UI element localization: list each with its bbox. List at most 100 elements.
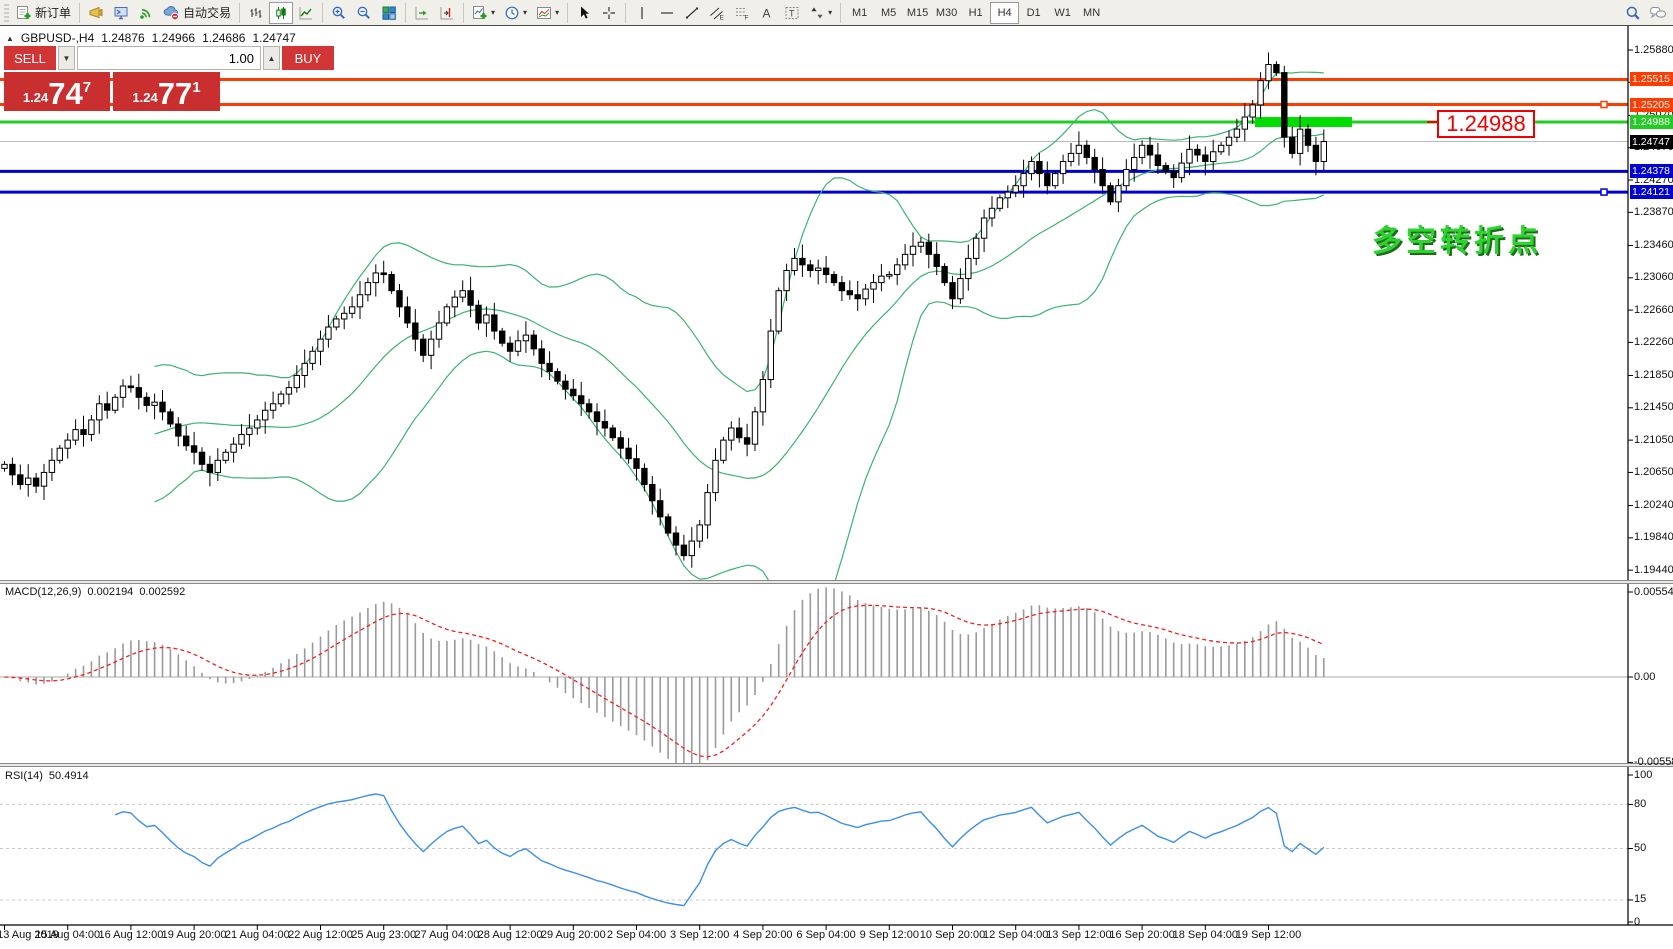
- zoom-in-icon: [331, 5, 347, 21]
- indicators-button[interactable]: ▾: [468, 2, 499, 24]
- volume-input[interactable]: [77, 46, 261, 70]
- rsi-tick-label: 50: [1634, 842, 1646, 855]
- templates-button[interactable]: ▾: [532, 2, 563, 24]
- panel-splitter-rsi[interactable]: [0, 763, 1673, 767]
- toolbar-separator: [239, 3, 240, 23]
- macd-tick-label: 0.005543: [1634, 586, 1673, 599]
- arrows-icon: [809, 5, 825, 21]
- crosshair-tool-button[interactable]: [597, 2, 621, 24]
- horizontal-level-lines: [0, 79, 1628, 195]
- fibonacci-tool-button[interactable]: F: [730, 2, 754, 24]
- price-level-badge: 1.24747: [1630, 135, 1673, 149]
- time-axis-label: 12 Sep 04:00: [983, 929, 1048, 941]
- bar-chart-mode-button[interactable]: [244, 2, 268, 24]
- channel-tool-button[interactable]: E: [705, 2, 729, 24]
- signals-button[interactable]: [134, 2, 158, 24]
- collapse-quote-panel-icon[interactable]: ▲: [6, 34, 14, 43]
- price-level-badge: 1.25205: [1630, 98, 1673, 112]
- rsi-label: RSI(14) 50.4914: [5, 770, 89, 782]
- volume-increase-button[interactable]: ▲: [263, 46, 280, 70]
- price-level-badge: 1.24378: [1630, 164, 1673, 178]
- timeframe-M1[interactable]: M1: [845, 2, 874, 24]
- chat-button[interactable]: [1645, 2, 1671, 24]
- horizontal-line-tool-button[interactable]: [655, 2, 679, 24]
- candles-series: [2, 52, 1327, 567]
- time-axis-label: 4 Sep 20:00: [733, 929, 792, 941]
- chart-canvas[interactable]: [0, 26, 1673, 949]
- autotrading-button[interactable]: 自动交易: [159, 2, 235, 24]
- rsi-name: RSI(14): [5, 770, 43, 782]
- bollinger-bands: [155, 72, 1324, 628]
- template-icon: [536, 5, 552, 21]
- new-order-button[interactable]: 新订单: [12, 2, 75, 24]
- arrows-tool-button[interactable]: ▾: [805, 2, 836, 24]
- time-axis-label: 19 Sep 12:00: [1236, 929, 1301, 941]
- sell-button[interactable]: SELL: [4, 46, 56, 70]
- indicators-icon: [472, 5, 488, 21]
- metaeditor-button[interactable]: [84, 2, 108, 24]
- vertical-line-tool-button[interactable]: [630, 2, 654, 24]
- candlestick-mode-button[interactable]: [269, 2, 293, 24]
- timeframe-group: M1M5M15M30H1H4D1W1MN: [845, 2, 1106, 24]
- buy-price-big: 77: [158, 80, 192, 108]
- text-label-tool-button[interactable]: T: [780, 2, 804, 24]
- volume-decrease-button[interactable]: ▼: [58, 46, 75, 70]
- indicators-caret: ▾: [491, 8, 495, 17]
- timeframe-W1[interactable]: W1: [1048, 2, 1077, 24]
- periods-button[interactable]: ▾: [500, 2, 531, 24]
- terminal-button[interactable]: [109, 2, 133, 24]
- macd-label: MACD(12,26,9) 0.002194 0.002592: [5, 586, 185, 598]
- rsi-value: 50.4914: [49, 770, 89, 782]
- zoom-out-button[interactable]: [352, 2, 376, 24]
- timeframe-M30[interactable]: M30: [932, 2, 961, 24]
- auto-scroll-button[interactable]: [410, 2, 434, 24]
- time-axis-label: 27 Aug 04:00: [414, 929, 479, 941]
- price-tick-label: 1.21050: [1634, 434, 1673, 447]
- buy-price-small: 1.24: [132, 90, 157, 105]
- time-axis-label: 16 Sep 20:00: [1109, 929, 1174, 941]
- chart-window[interactable]: ▲ GBPUSD-,H4 1.24876 1.24966 1.24686 1.2…: [0, 26, 1673, 949]
- chart-shift-button[interactable]: [435, 2, 459, 24]
- timeframe-H4[interactable]: H4: [990, 2, 1019, 24]
- buy-button[interactable]: BUY: [282, 46, 334, 70]
- zoom-in-button[interactable]: [327, 2, 351, 24]
- rsi-panel: [0, 794, 1628, 906]
- tile-windows-button[interactable]: [377, 2, 401, 24]
- toolbar-separator: [840, 3, 841, 23]
- sell-price-small: 1.24: [23, 90, 48, 105]
- timeframe-M5[interactable]: M5: [874, 2, 903, 24]
- line-chart-mode-button[interactable]: [294, 2, 318, 24]
- timeframe-D1[interactable]: D1: [1019, 2, 1048, 24]
- text-tool-button[interactable]: A: [755, 2, 779, 24]
- tile-windows-icon: [381, 5, 397, 21]
- sell-price[interactable]: 1.24 74 7: [4, 72, 110, 111]
- macd-tick-label: -0.005583: [1634, 756, 1673, 769]
- time-axis-label: 13 Sep 12:00: [1046, 929, 1111, 941]
- price-callout[interactable]: 1.24988: [1437, 110, 1535, 138]
- timeframe-M15[interactable]: M15: [903, 2, 932, 24]
- price-tick-label: 1.20240: [1634, 499, 1673, 512]
- ohlc-low: 1.24686: [202, 31, 245, 45]
- buy-price[interactable]: 1.24 77 1: [113, 72, 220, 111]
- macd-panel: [0, 587, 1628, 771]
- timeframe-H1[interactable]: H1: [961, 2, 990, 24]
- highlight-rectangle[interactable]: [1255, 117, 1352, 127]
- chart-header: ▲ GBPUSD-,H4 1.24876 1.24966 1.24686 1.2…: [6, 31, 296, 45]
- main-chart-panel: [0, 52, 1628, 627]
- search-button[interactable]: [1621, 2, 1645, 24]
- rsi-tick-label: 15: [1634, 893, 1646, 906]
- cursor-tool-button[interactable]: [572, 2, 596, 24]
- sell-price-big: 74: [48, 80, 82, 108]
- time-axis-label: 9 Sep 12:00: [860, 929, 919, 941]
- panel-splitter-macd[interactable]: [0, 580, 1673, 584]
- trendline-tool-button[interactable]: [680, 2, 704, 24]
- one-click-trading-panel: SELL ▼ ▲ BUY 1.24 74 7 1.24 77 1: [4, 46, 220, 111]
- toolbar-separator: [463, 3, 464, 23]
- time-axis-label: 19 Aug 20:00: [162, 929, 227, 941]
- svg-text:T: T: [789, 8, 795, 18]
- turning-point-annotation[interactable]: 多空转折点: [1372, 216, 1542, 260]
- timeframe-MN[interactable]: MN: [1077, 2, 1106, 24]
- price-tick-label: 1.22660: [1634, 304, 1673, 317]
- toolbar-separator: [625, 3, 626, 23]
- sell-price-sup: 7: [83, 79, 91, 96]
